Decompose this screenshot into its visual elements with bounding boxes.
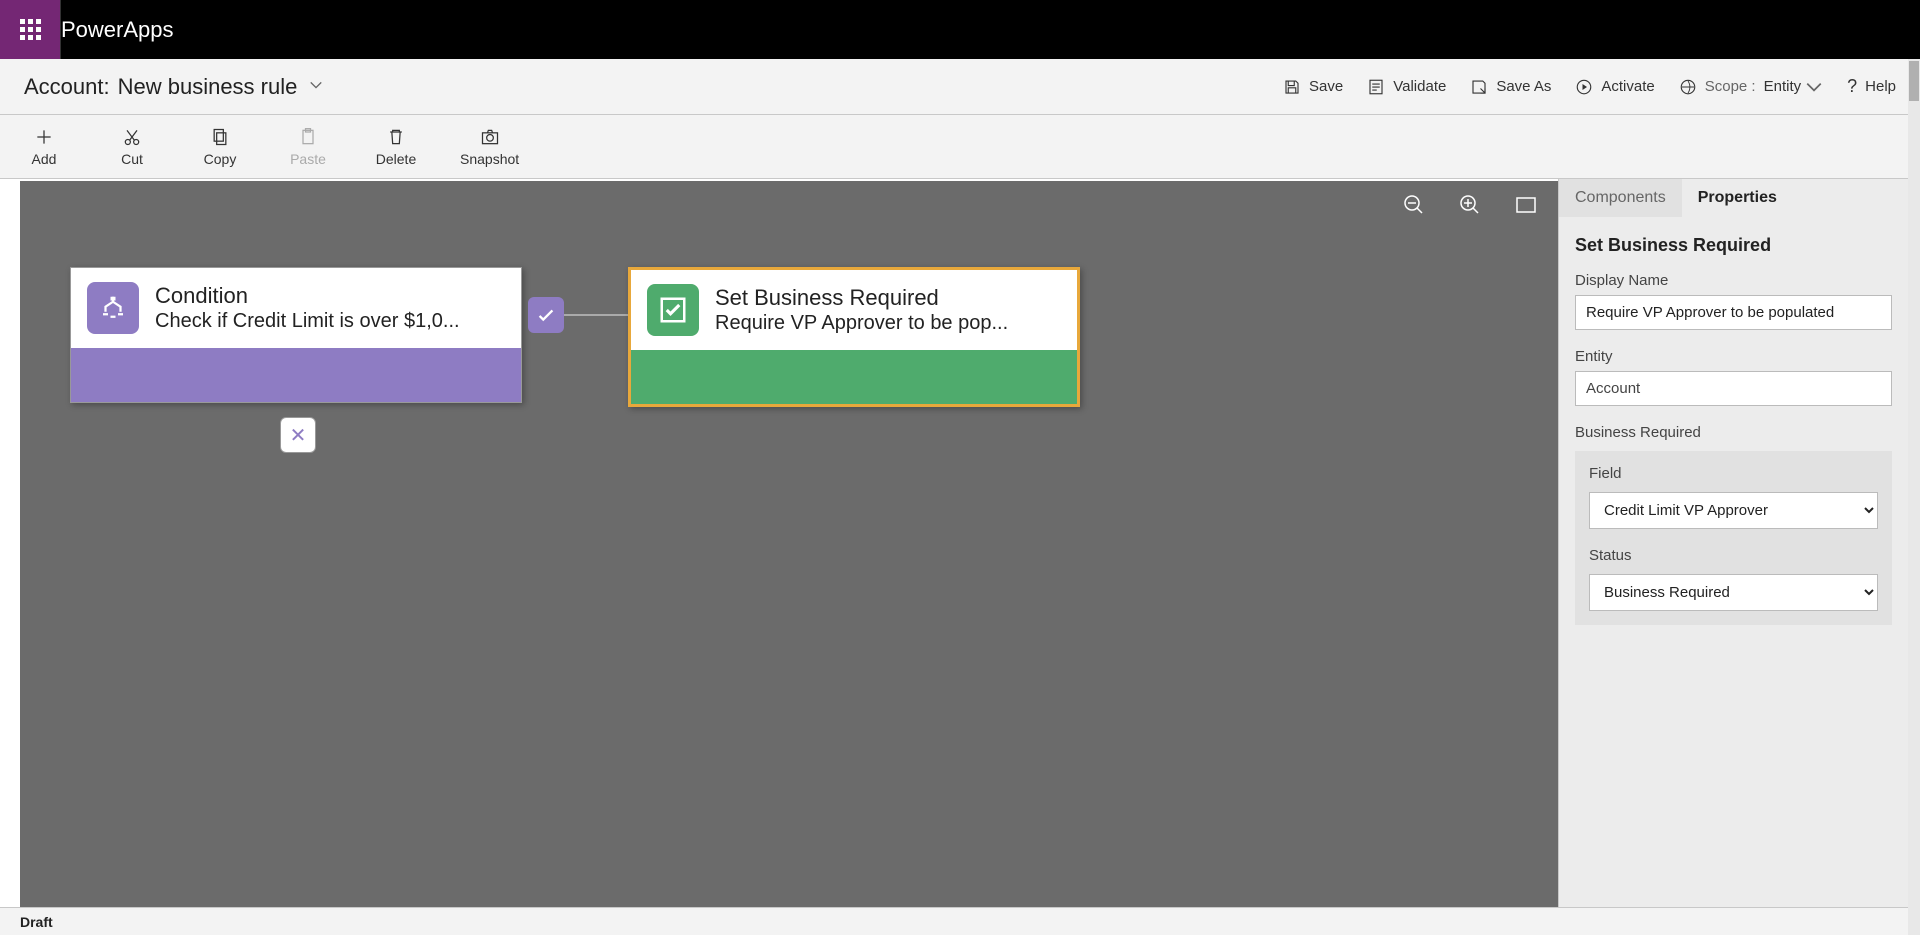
help-label: Help [1865, 78, 1896, 95]
status-text: Draft [20, 914, 53, 930]
waffle-icon [20, 19, 41, 40]
snapshot-button[interactable]: Snapshot [460, 127, 519, 167]
connector-line [564, 314, 628, 316]
condition-node-subtitle: Check if Credit Limit is over $1,0... [155, 309, 505, 333]
copy-icon [210, 127, 230, 147]
scope-value: Entity [1764, 78, 1802, 95]
page-title-name: New business rule [118, 74, 298, 100]
copy-button[interactable]: Copy [196, 127, 244, 167]
paste-icon [298, 127, 318, 147]
status-bar: Draft [0, 907, 1920, 935]
status-select[interactable]: Business Required [1589, 574, 1878, 611]
field-label: Field [1589, 465, 1878, 482]
field-select[interactable]: Credit Limit VP Approver [1589, 492, 1878, 529]
display-name-label: Display Name [1575, 272, 1892, 289]
save-label: Save [1309, 78, 1343, 95]
app-launcher-button[interactable] [0, 0, 60, 59]
tab-components[interactable]: Components [1559, 179, 1682, 217]
properties-panel: Components Properties Set Business Requi… [1558, 179, 1908, 907]
checkmark-icon [535, 304, 557, 326]
business-required-section-label: Business Required [1575, 424, 1892, 441]
entity-label: Entity [1575, 348, 1892, 365]
add-button[interactable]: Add [20, 127, 68, 167]
paste-button[interactable]: Paste [284, 127, 332, 167]
zoom-out-button[interactable] [1402, 193, 1426, 220]
delete-label: Delete [376, 151, 416, 167]
header-actions: Save Validate Save As Activate Scope : E… [1283, 76, 1896, 97]
scope-label: Scope : [1705, 78, 1756, 95]
app-title-text: PowerApps [61, 17, 174, 43]
condition-true-connector[interactable] [528, 297, 564, 333]
condition-icon [87, 282, 139, 334]
condition-node-footer [71, 348, 521, 402]
condition-node[interactable]: Condition Check if Credit Limit is over … [70, 267, 522, 403]
status-label: Status [1589, 547, 1878, 564]
canvas-tools [1402, 193, 1538, 220]
scope-icon [1679, 78, 1697, 96]
copy-label: Copy [204, 151, 237, 167]
snapshot-label: Snapshot [460, 151, 519, 167]
action-icon [647, 284, 699, 336]
page-scrollbar[interactable] [1908, 59, 1920, 935]
page-title-prefix: Account: [24, 74, 110, 100]
designer-canvas[interactable]: Condition Check if Credit Limit is over … [20, 181, 1558, 907]
global-topbar: PowerApps [0, 0, 1920, 59]
panel-tabs: Components Properties [1559, 179, 1908, 217]
action-node[interactable]: Set Business Required Require VP Approve… [628, 267, 1080, 407]
x-icon: ✕ [290, 423, 307, 448]
zoom-out-icon [1402, 193, 1426, 217]
action-node-subtitle: Require VP Approver to be pop... [715, 311, 1061, 335]
save-as-icon [1470, 78, 1488, 96]
page-title-dropdown[interactable]: Account: New business rule [24, 74, 323, 100]
activate-icon [1575, 78, 1593, 96]
scope-dropdown[interactable]: Scope : Entity [1679, 78, 1823, 96]
save-as-label: Save As [1496, 78, 1551, 95]
command-toolbar: Add Cut Copy Paste Delete Snapshot [0, 115, 1920, 179]
zoom-in-button[interactable] [1458, 193, 1482, 220]
entity-input [1575, 371, 1892, 406]
help-icon: ? [1847, 76, 1857, 97]
display-name-input[interactable] [1575, 295, 1892, 330]
fit-icon [1514, 193, 1538, 217]
delete-button[interactable]: Delete [372, 127, 420, 167]
validate-button[interactable]: Validate [1367, 78, 1446, 96]
save-as-button[interactable]: Save As [1470, 78, 1551, 96]
camera-icon [480, 127, 500, 147]
add-label: Add [32, 151, 57, 167]
validate-label: Validate [1393, 78, 1446, 95]
scrollbar-thumb[interactable] [1909, 61, 1919, 101]
cut-label: Cut [121, 151, 143, 167]
zoom-in-icon [1458, 193, 1482, 217]
panel-title: Set Business Required [1575, 235, 1892, 256]
action-node-title: Set Business Required [715, 285, 1061, 311]
cut-icon [122, 127, 142, 147]
save-button[interactable]: Save [1283, 78, 1343, 96]
plus-icon [34, 127, 54, 147]
delete-icon [386, 127, 406, 147]
condition-false-connector[interactable]: ✕ [280, 417, 316, 453]
page-header: Account: New business rule Save Validate… [0, 59, 1920, 115]
activate-label: Activate [1601, 78, 1654, 95]
cut-button[interactable]: Cut [108, 127, 156, 167]
help-button[interactable]: ? Help [1847, 76, 1896, 97]
validate-icon [1367, 78, 1385, 96]
activate-button[interactable]: Activate [1575, 78, 1654, 96]
chevron-down-icon [1805, 78, 1823, 96]
condition-node-title: Condition [155, 283, 505, 309]
chevron-down-icon [309, 78, 323, 95]
tab-properties[interactable]: Properties [1682, 179, 1793, 217]
app-title: PowerApps [60, 0, 174, 59]
paste-label: Paste [290, 151, 326, 167]
action-node-footer [631, 350, 1077, 404]
fit-to-screen-button[interactable] [1514, 193, 1538, 220]
business-required-fieldset: Field Credit Limit VP Approver Status Bu… [1575, 451, 1892, 625]
save-icon [1283, 78, 1301, 96]
main-area: Condition Check if Credit Limit is over … [0, 179, 1920, 907]
